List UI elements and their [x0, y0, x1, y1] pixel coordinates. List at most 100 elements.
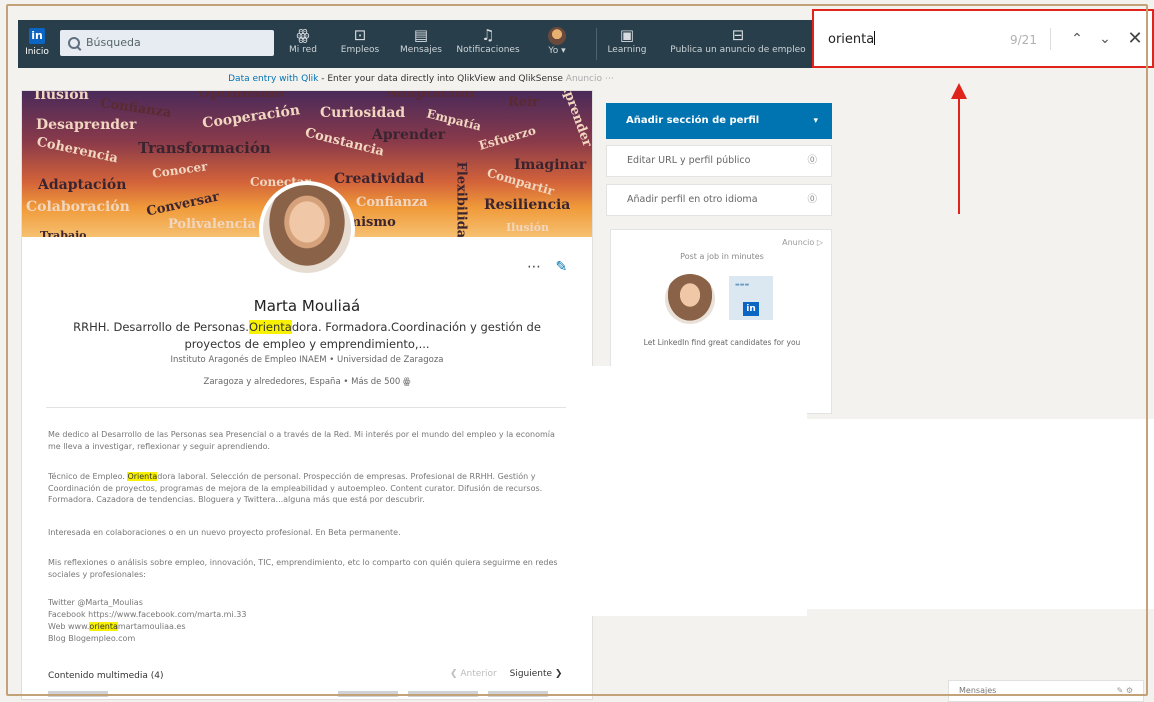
home-nav-item[interactable]: in Inicio [22, 24, 52, 62]
more-options-icon[interactable]: ⋯ [527, 259, 541, 275]
find-match-count: 9/21 [1010, 33, 1037, 47]
banner-word: Conocer [151, 159, 209, 181]
find-next-button[interactable]: ⌄ [1094, 28, 1116, 50]
help-icon[interactable]: ⓪ [807, 185, 817, 215]
connections-icon[interactable]: ꙮ [403, 377, 410, 387]
about-paragraph: Mis reflexiones o análisis sobre empleo,… [48, 558, 558, 579]
banner-word: Imaginar [514, 157, 587, 173]
profile-photo[interactable] [259, 181, 355, 277]
about-text: martamouliaa.es [117, 622, 186, 631]
sponsored-tag[interactable]: Anuncio ⋯ [566, 74, 614, 84]
nav-label: Publica un anuncio de empleo [670, 45, 806, 55]
button-label: Añadir sección de perfil [626, 115, 760, 126]
find-input[interactable]: orienta [828, 31, 876, 47]
blank-area [806, 419, 1154, 609]
messaging-label: Mensajes [959, 686, 997, 695]
about-twitter: Twitter @Marta_Moulias [48, 598, 143, 607]
location-text: Zaragoza y alrededores, España • Más de … [203, 377, 403, 387]
banner-word: Trabajo [40, 229, 87, 237]
banner-word: Desaprender [36, 117, 137, 133]
banner-word: Cooperación [201, 102, 301, 132]
text-caret [874, 31, 876, 45]
media-thumbnail[interactable] [488, 691, 548, 697]
media-thumbnail[interactable] [338, 691, 398, 697]
banner-word: Transformación [138, 139, 271, 157]
nav-divider [596, 28, 597, 60]
find-in-page-bar: orienta 9/21 ⌃ ⌄ ✕ [812, 9, 1154, 68]
banner-word: Conversar [145, 189, 221, 220]
headline-text: RRHH. Desarrollo de Personas. [73, 320, 249, 334]
multimedia-thumbnails [48, 689, 568, 699]
nav-item-notificaciones[interactable]: ♫ Notificaciones [454, 25, 522, 65]
previous-button[interactable]: ❮ Anterior [450, 669, 497, 679]
find-previous-button[interactable]: ⌃ [1066, 28, 1088, 50]
annotation-arrow-line [958, 96, 960, 214]
divider [46, 407, 566, 408]
banner-word: Adaptación [386, 91, 475, 101]
add-profile-section-button[interactable]: Añadir sección de perfil ▾ [606, 103, 832, 139]
nav-item-empleos[interactable]: ⊡ Empleos [336, 25, 384, 65]
nav-item-yo[interactable]: Yo ▾ [538, 25, 576, 65]
nav-label: Empleos [340, 45, 380, 55]
chevron-up-icon: ⌃ [1071, 31, 1083, 47]
edit-public-url-button[interactable]: Editar URL y perfil público ⓪ [606, 145, 832, 177]
ad-title: Post a job in minutes [680, 252, 764, 261]
linkedin-logo-icon: in [743, 302, 759, 316]
banner-word: Coherencia [35, 134, 120, 167]
nav-item-mi-red[interactable]: ꙮ Mi red [280, 25, 326, 65]
banner-word: Flexibilidad [453, 161, 469, 237]
nav-label: Yo ▾ [548, 46, 566, 56]
find-close-button[interactable]: ✕ [1124, 28, 1146, 50]
ad-logo-lines: ▬▬▬ [735, 282, 750, 288]
sponsored-link[interactable]: Data entry with Qlik [228, 74, 318, 84]
messaging-bar[interactable]: Mensajes ✎ ⚙ [948, 680, 1144, 702]
next-button[interactable]: Siguiente ❯ [510, 669, 563, 679]
compose-settings-icon[interactable]: ✎ ⚙ [1117, 681, 1133, 701]
button-label: Añadir perfil en otro idioma [627, 194, 758, 205]
nav-label: Mensajes [400, 45, 442, 55]
briefcase-icon: ⊡ [353, 26, 367, 44]
nav-label: Notificaciones [456, 45, 520, 55]
media-thumbnail[interactable] [48, 691, 108, 697]
profile-card: Ilusión Confianza Optimismo Adaptación R… [22, 91, 592, 699]
nav-item-learning[interactable]: ▣ Learning [606, 25, 648, 65]
banner-word: Optimismo [198, 91, 284, 101]
banner-word: Confianza [356, 195, 428, 210]
nav-item-post-job[interactable]: ⊟ Publica un anuncio de empleo [658, 25, 818, 65]
nav-label: Mi red [289, 45, 317, 55]
multimedia-title: Contenido multimedia (4) [48, 671, 164, 681]
search-input[interactable]: Búsqueda [60, 30, 274, 56]
ad-company-logo: ▬▬▬ in [729, 276, 773, 320]
screenshot-page: in Inicio Búsqueda ꙮ Mi red ⊡ Empleos ▤ … [0, 0, 1154, 702]
edit-pencil-icon[interactable]: ✎ [555, 259, 567, 275]
banner-word: Curiosidad [320, 105, 406, 121]
find-highlight: Orienta [248, 320, 292, 334]
about-text: Técnico de Empleo. [48, 472, 128, 481]
about-blog: Blog Blogempleo.com [48, 634, 136, 643]
about-text: Web www. [48, 622, 90, 631]
button-label: Editar URL y perfil público [627, 155, 751, 166]
about-paragraph: Me dedico al Desarrollo de las Personas … [48, 430, 555, 451]
help-icon[interactable]: ⓪ [807, 146, 817, 176]
ad-body: Let LinkedIn find great candidates for y… [643, 338, 801, 347]
nav-item-mensajes[interactable]: ▤ Mensajes [396, 25, 446, 65]
banner-word: Aprender [557, 91, 592, 150]
about-web: Web www.orientamartamouliaa.es [48, 621, 568, 633]
blank-area [571, 366, 807, 616]
nav-label: Learning [607, 45, 647, 55]
media-thumbnail[interactable] [408, 691, 478, 697]
search-placeholder: Búsqueda [86, 36, 141, 49]
profile-organizations[interactable]: Instituto Aragonés de Empleo INAEM • Uni… [22, 355, 592, 365]
banner-word: Reír [508, 95, 539, 110]
profile-location: Zaragoza y alrededores, España • Más de … [22, 377, 592, 387]
banner-word: Ilusión [34, 91, 89, 103]
banner-word: Creatividad [334, 171, 425, 187]
briefcase-post-icon: ⊟ [731, 26, 745, 44]
banner-word: Adaptación [38, 177, 127, 193]
find-highlight: Orienta [127, 472, 158, 481]
banner-word: Colaboración [26, 199, 130, 215]
banner-word: Ilusión [506, 221, 550, 234]
learning-icon: ▣ [619, 26, 635, 44]
add-language-profile-button[interactable]: Añadir perfil en otro idioma ⓪ [606, 184, 832, 216]
ad-tag[interactable]: Anuncio ▷ [782, 238, 823, 247]
